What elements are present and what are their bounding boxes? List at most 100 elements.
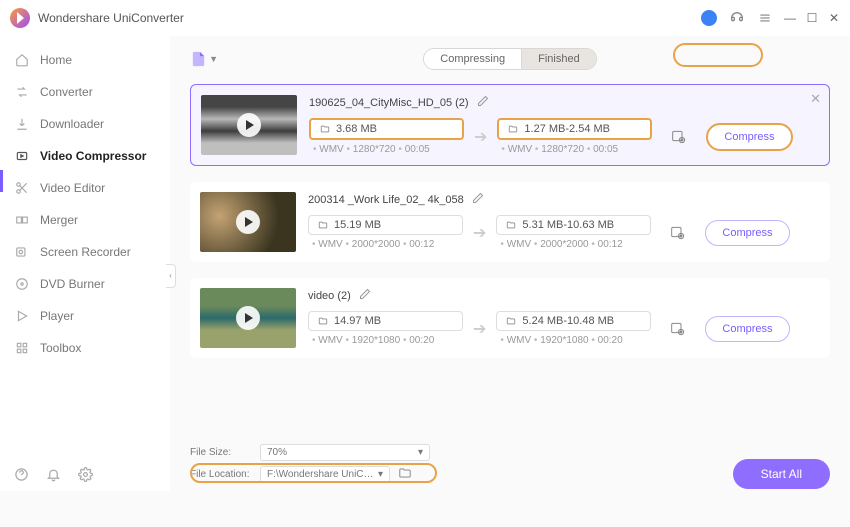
source-size-value: 14.97 MB	[334, 315, 381, 327]
folder-icon	[317, 220, 329, 230]
start-all-button[interactable]: Start All	[733, 459, 830, 489]
file-size-select[interactable]: 70% ▾	[260, 444, 430, 461]
remove-item-icon[interactable]: ✕	[810, 91, 821, 107]
output-meta: WMV 1920*1080 00:20	[496, 335, 651, 346]
sidebar-item-home[interactable]: Home	[0, 44, 170, 76]
sidebar-item-toolbox[interactable]: Toolbox	[0, 332, 170, 364]
sidebar-item-downloader[interactable]: Downloader	[0, 108, 170, 140]
add-file-button[interactable]: ▼	[190, 49, 218, 69]
chevron-down-icon: ▾	[418, 447, 423, 458]
play-icon	[14, 308, 30, 324]
window-minimize-icon[interactable]: —	[784, 9, 796, 27]
tab-finished[interactable]: Finished	[521, 49, 596, 69]
folder-icon	[319, 124, 331, 134]
window-close-icon[interactable]: ✕	[828, 9, 840, 27]
sidebar-item-label: DVD Burner	[40, 277, 105, 291]
source-meta: WMV 2000*2000 00:12	[308, 239, 463, 250]
output-size-box: 5.24 MB-10.48 MB	[496, 311, 651, 331]
app-title: Wondershare UniConverter	[38, 11, 700, 25]
sidebar-item-label: Video Editor	[40, 181, 105, 195]
help-icon[interactable]	[14, 467, 30, 483]
item-settings-icon[interactable]	[669, 224, 687, 242]
home-icon	[14, 52, 30, 68]
compress-button[interactable]: Compress	[705, 316, 789, 342]
arrow-right-icon: ➔	[473, 223, 486, 243]
file-name: 190625_04_CityMisc_HD_05 (2)	[309, 97, 469, 109]
window-maximize-icon[interactable]: ☐	[806, 9, 818, 27]
rename-pencil-icon[interactable]	[359, 288, 371, 303]
compress-button[interactable]: Compress	[705, 220, 789, 246]
video-thumbnail[interactable]	[201, 95, 297, 155]
rename-pencil-icon[interactable]	[477, 95, 489, 110]
recorder-icon	[14, 244, 30, 260]
browse-folder-icon[interactable]	[398, 466, 412, 483]
sidebar-item-video-editor[interactable]: Video Editor	[0, 172, 170, 204]
output-size-box: 5.31 MB-10.63 MB	[496, 215, 651, 235]
file-location-label: File Location:	[190, 469, 252, 480]
sidebar-item-label: Home	[40, 53, 72, 67]
file-size-value: 70%	[267, 447, 287, 458]
bottom-bar: File Size: 70%▾ File Location: F:\Wonder…	[170, 435, 850, 491]
file-card[interactable]: video (2) 14.97 MB WMV 1920*1080 00:20 ➔ 5.2…	[190, 278, 830, 358]
merge-icon	[14, 212, 30, 228]
source-meta: WMV 1920*1080 00:20	[308, 335, 463, 346]
output-meta: WMV 2000*2000 00:12	[496, 239, 651, 250]
toolbox-icon	[14, 340, 30, 356]
download-icon	[14, 116, 30, 132]
sidebar-item-label: Merger	[40, 213, 78, 227]
arrow-right-icon: ➔	[473, 319, 486, 339]
user-avatar-icon[interactable]	[700, 9, 718, 27]
sidebar-item-screen-recorder[interactable]: Screen Recorder	[0, 236, 170, 268]
content-area: ▼ Compressing Finished 190625_04_CityMis…	[170, 36, 850, 491]
tab-compressing[interactable]: Compressing	[424, 49, 521, 69]
output-size-value: 1.27 MB-2.54 MB	[524, 123, 610, 135]
chevron-down-icon: ▾	[378, 469, 383, 480]
source-size-value: 15.19 MB	[334, 219, 381, 231]
file-card[interactable]: 200314 _Work Life_02_ 4k_05815.19 MBWMV …	[190, 182, 830, 262]
play-overlay-icon	[236, 306, 260, 330]
output-size-value: 5.31 MB-10.63 MB	[522, 219, 614, 231]
video-thumbnail[interactable]	[200, 288, 296, 348]
file-name: video (2)	[308, 290, 351, 302]
source-size-box: 15.19 MB	[308, 215, 463, 235]
source-size-box: 14.97 MB	[308, 311, 463, 331]
compress-button[interactable]: Compress	[706, 123, 792, 151]
sidebar-item-merger[interactable]: Merger	[0, 204, 170, 236]
file-location-value: F:\Wondershare UniConverte	[267, 469, 378, 480]
highlight-ring	[673, 43, 763, 67]
sidebar-item-video-compressor[interactable]: Video Compressor	[0, 140, 170, 172]
sidebar-item-converter[interactable]: Converter	[0, 76, 170, 108]
sidebar-item-player[interactable]: Player	[0, 300, 170, 332]
sidebar-item-label: Downloader	[40, 117, 104, 131]
app-logo-icon	[10, 8, 30, 28]
titlebar: Wondershare UniConverter — ☐ ✕	[0, 0, 850, 36]
folder-icon	[505, 316, 517, 326]
settings-gear-icon[interactable]	[78, 467, 94, 483]
support-headset-icon[interactable]	[728, 9, 746, 27]
menu-hamburger-icon[interactable]	[756, 9, 774, 27]
sidebar-item-label: Video Compressor	[40, 149, 146, 163]
sidebar-item-dvd-burner[interactable]: DVD Burner	[0, 268, 170, 300]
item-settings-icon[interactable]	[670, 128, 688, 146]
sidebar-active-indicator	[0, 170, 3, 192]
item-settings-icon[interactable]	[669, 320, 687, 338]
sidebar-item-label: Converter	[40, 85, 93, 99]
arrow-right-icon: ➔	[474, 127, 487, 147]
bell-icon[interactable]	[46, 467, 62, 483]
file-location-select[interactable]: F:\Wondershare UniConverte▾	[260, 466, 390, 483]
folder-icon	[505, 220, 517, 230]
source-size-box: 3.68 MB	[309, 118, 464, 140]
tabs: Compressing Finished	[423, 48, 596, 70]
output-meta: WMV 1280*720 00:05	[497, 144, 652, 155]
video-thumbnail[interactable]	[200, 192, 296, 252]
source-meta: WMV 1280*720 00:05	[309, 144, 464, 155]
play-overlay-icon	[237, 113, 261, 137]
scissors-icon	[14, 180, 30, 196]
disc-icon	[14, 276, 30, 292]
output-size-box: 1.27 MB-2.54 MB	[497, 118, 652, 140]
sidebar: Home Converter Downloader Video Compress…	[0, 36, 170, 491]
rename-pencil-icon[interactable]	[472, 192, 484, 207]
file-card[interactable]: 190625_04_CityMisc_HD_05 (2) 3.68 MB WMV 1…	[190, 84, 830, 166]
file-list: 190625_04_CityMisc_HD_05 (2) 3.68 MB WMV 1…	[190, 84, 830, 358]
play-overlay-icon	[236, 210, 260, 234]
